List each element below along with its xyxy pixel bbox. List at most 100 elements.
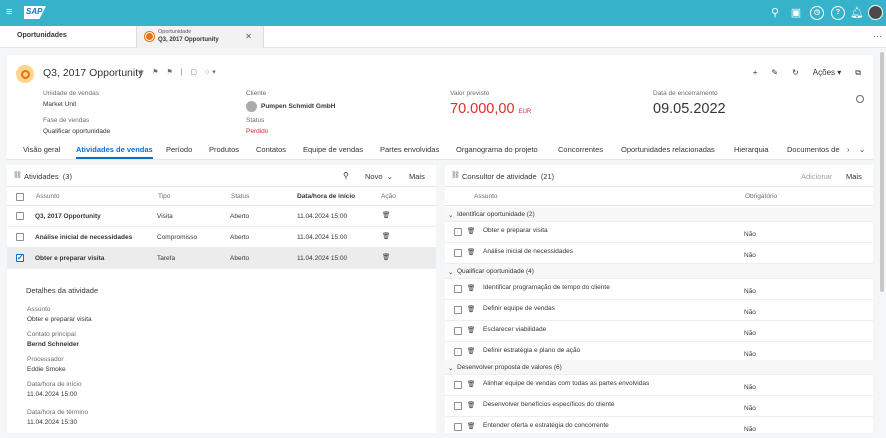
status-field: Status Perdido	[246, 117, 268, 135]
delete-icon[interactable]: 🗑︎	[467, 380, 475, 388]
chevron-down-icon[interactable]: ⌄	[448, 268, 453, 276]
avatar[interactable]	[868, 5, 883, 20]
item-checkbox[interactable]	[454, 402, 462, 410]
col-subject[interactable]: Assunto	[474, 193, 498, 200]
col-status[interactable]: Status	[231, 193, 249, 200]
item-checkbox[interactable]	[454, 285, 462, 293]
group-header[interactable]: ⌄ Identificar oportunidade (2)	[445, 207, 873, 222]
nav-hierarquia[interactable]: Hierarquia	[734, 145, 769, 154]
refresh-icon[interactable]: ↻	[792, 68, 799, 77]
col-start[interactable]: Data/hora de início	[297, 193, 355, 200]
open-icon[interactable]: ⧉	[855, 68, 861, 77]
more-icon[interactable]: ⋯	[873, 31, 882, 42]
tab-opportunity[interactable]: Oportunidade Q3, 2017 Opportunity ✕	[136, 26, 264, 48]
nav-documentos[interactable]: Documentos de	[787, 145, 843, 154]
new-button[interactable]: Novo ⌄	[365, 172, 393, 181]
delete-icon[interactable]: 🗑︎	[467, 305, 475, 313]
more-button[interactable]: Mais	[846, 172, 862, 181]
client-link[interactable]: Pumpen Schmidt GmbH	[246, 101, 335, 112]
sap-logo[interactable]: SAP	[24, 6, 46, 19]
history-icon[interactable]: ◷	[810, 6, 824, 20]
nav-partes[interactable]: Partes envolvidas	[380, 145, 439, 154]
delete-icon[interactable]: 🗑︎	[382, 211, 390, 219]
chevron-down-icon[interactable]: ⌄	[448, 364, 453, 372]
item-checkbox[interactable]	[454, 306, 462, 314]
table-row[interactable]: Q3, 2017 Opportunity Visita Aberto 11.04…	[7, 206, 436, 227]
nav-periodo[interactable]: Período	[166, 145, 192, 154]
item-checkbox[interactable]	[454, 348, 462, 356]
row-subject[interactable]: Obter e preparar visita	[35, 255, 104, 262]
col-type[interactable]: Tipo	[158, 193, 170, 200]
client-avatar	[246, 101, 257, 112]
add-button[interactable]: Adicionar	[801, 172, 832, 181]
help-icon[interactable]: ?	[831, 6, 845, 20]
col-subject[interactable]: Assunto	[36, 193, 60, 200]
group-header[interactable]: ⌄ Desenvolver proposta de valores (6)	[445, 360, 873, 375]
advisor-header: ⛓ Consultor de atividade (21) Adicionar …	[445, 165, 873, 187]
nav-organograma[interactable]: Organograma do projeto	[456, 145, 538, 154]
item-checkbox[interactable]	[454, 228, 462, 236]
list-item[interactable]: 🗑︎ Análise inicial de necessidades Não	[445, 243, 873, 264]
row-subject[interactable]: Análise inicial de necessidades	[35, 234, 132, 241]
nav-atividades[interactable]: Atividades de vendas	[76, 145, 153, 159]
search-icon[interactable]: ⚲	[768, 6, 782, 20]
table-row[interactable]: Análise inicial de necessidades Compromi…	[7, 227, 436, 248]
list-item[interactable]: 🗑︎ Esclarecer viabilidade Não	[445, 321, 873, 342]
list-item[interactable]: 🗑︎ Desenvolver benefícios específicos do …	[445, 396, 873, 417]
row-subject[interactable]: Q3, 2017 Opportunity	[35, 213, 101, 220]
delete-icon[interactable]: 🗑︎	[382, 253, 390, 261]
delete-icon[interactable]: 🗑︎	[467, 326, 475, 334]
list-item[interactable]: 🗑︎ Alinhar equipe de vendas com todas as …	[445, 375, 873, 396]
delete-icon[interactable]: 🗑︎	[467, 227, 475, 235]
notification-icon[interactable]: 🔔︎	[850, 6, 864, 20]
chevron-down-icon[interactable]: ⌄	[859, 145, 865, 154]
row-checkbox[interactable]	[16, 212, 24, 220]
col-required[interactable]: Obrigatório	[745, 193, 777, 200]
close-date-field: Data de encerramento 09.05.2022	[653, 90, 726, 117]
nav-visao-geral[interactable]: Visão geral	[23, 145, 60, 154]
tab-oportunidades[interactable]: Oportunidades	[0, 26, 136, 48]
delete-icon[interactable]: 🗑︎	[467, 422, 475, 430]
tab-bar: Oportunidades Oportunidade Q3, 2017 Oppo…	[0, 26, 886, 48]
nav-equipe[interactable]: Equipe de vendas	[303, 145, 363, 154]
row-checkbox[interactable]	[16, 233, 24, 241]
list-item[interactable]: 🗑︎ Entender oferta e estratégia do concor…	[445, 417, 873, 438]
expected-field: Valor previsto 70.000,00 EUR	[450, 90, 531, 117]
menu-icon[interactable]: ≡	[6, 6, 16, 18]
item-checkbox[interactable]	[454, 381, 462, 389]
item-checkbox[interactable]	[454, 423, 462, 431]
add-icon[interactable]: +	[753, 68, 758, 77]
page-scrollbar[interactable]	[880, 52, 884, 292]
search-icon[interactable]: ⚲	[343, 171, 349, 180]
nav-contatos[interactable]: Contatos	[256, 145, 286, 154]
list-item[interactable]: 🗑︎ Identificar programação de tempo do cl…	[445, 279, 873, 300]
list-item[interactable]: 🗑︎ Definir equipe de vendas Não	[445, 300, 873, 321]
select-all-checkbox[interactable]	[16, 193, 24, 201]
nav-produtos[interactable]: Produtos	[209, 145, 239, 154]
row-checkbox[interactable]	[16, 253, 24, 262]
col-action[interactable]: Ação	[381, 193, 396, 200]
feedback-icon[interactable]: ▣	[789, 6, 803, 20]
list-item[interactable]: 🗑︎ Obter e preparar visita Não	[445, 222, 873, 243]
advisor-title: Consultor de atividade (21)	[462, 172, 555, 181]
item-checkbox[interactable]	[454, 249, 462, 257]
delete-icon[interactable]: 🗑︎	[467, 401, 475, 409]
clock-icon[interactable]	[856, 95, 864, 103]
delete-icon[interactable]: 🗑︎	[467, 347, 475, 355]
nav-relacionadas[interactable]: Oportunidades relacionadas	[621, 145, 715, 154]
table-row[interactable]: Obter e preparar visita Tarefa Aberto 11…	[7, 248, 436, 269]
chevron-right-icon[interactable]: ›	[847, 145, 850, 154]
nav-concorrentes[interactable]: Concorrentes	[558, 145, 603, 154]
more-button[interactable]: Mais	[409, 172, 425, 181]
group-header[interactable]: ⌄ Qualificar oportunidade (4)	[445, 264, 873, 279]
delete-icon[interactable]: 🗑︎	[467, 248, 475, 256]
item-checkbox[interactable]	[454, 327, 462, 335]
activities-title: Atividades (3)	[24, 172, 72, 181]
delete-icon[interactable]: 🗑︎	[467, 284, 475, 292]
edit-icon[interactable]: ✎	[771, 68, 778, 77]
close-icon[interactable]: ✕	[245, 32, 252, 41]
title-icons[interactable]: ★ ⚑ ⚑ | ▢ ○▾	[138, 68, 219, 76]
delete-icon[interactable]: 🗑︎	[382, 232, 390, 240]
chevron-down-icon[interactable]: ⌄	[448, 211, 453, 219]
actions-button[interactable]: Ações ▾	[813, 68, 841, 77]
